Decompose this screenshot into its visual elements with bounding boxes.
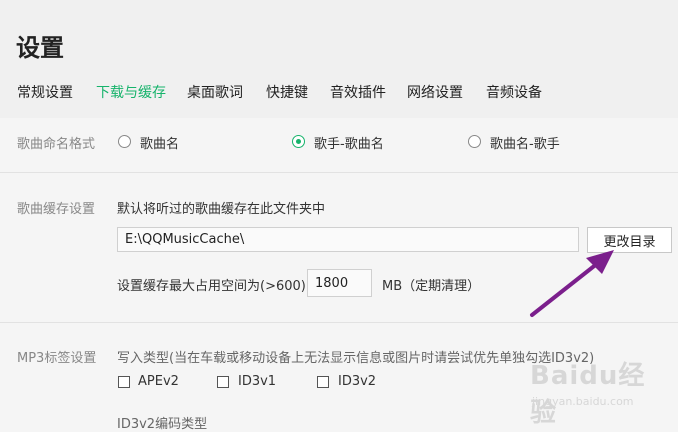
baidu-watermark: Baidu经验 jingyan.baidu.com bbox=[520, 355, 670, 428]
watermark-url: jingyan.baidu.com bbox=[532, 395, 634, 408]
watermark-logo: Baidu经验 bbox=[530, 361, 646, 428]
arrow-shaft bbox=[530, 261, 600, 317]
